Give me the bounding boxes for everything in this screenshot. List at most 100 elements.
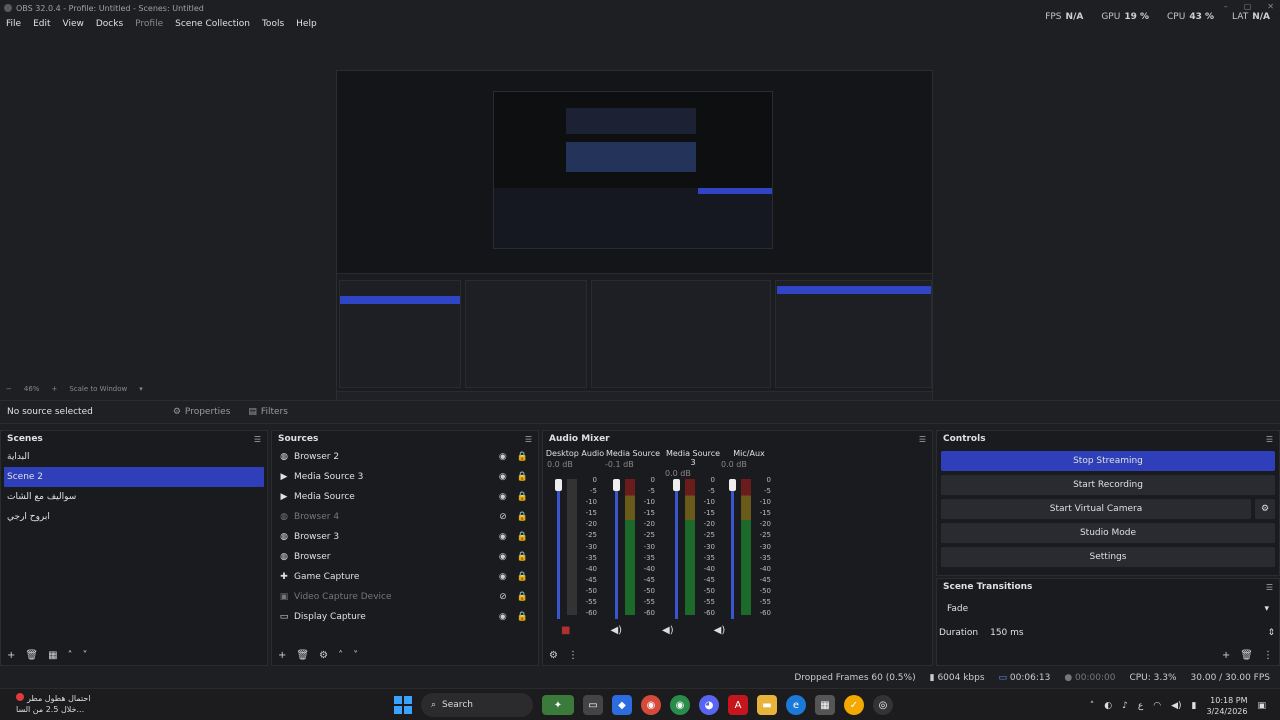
battery-icon[interactable]: ▮	[1192, 701, 1197, 711]
speaker-icon[interactable]: ◀)	[610, 625, 622, 636]
scene-item[interactable]: ابروح ارجي	[1, 507, 267, 527]
lock-icon[interactable]: 🔒	[517, 612, 528, 622]
eye-off-icon[interactable]: ⊘	[499, 592, 507, 602]
arrow-down-icon[interactable]: ˅	[83, 650, 88, 661]
arrow-down-icon[interactable]: ˅	[353, 650, 358, 661]
volume-slider-handle[interactable]	[555, 479, 562, 491]
chrome-icon[interactable]: ◉	[641, 695, 661, 715]
speaker-icon[interactable]: ◀)	[662, 625, 674, 636]
eye-icon[interactable]: ◉	[499, 472, 507, 482]
lock-icon[interactable]: 🔒	[517, 532, 528, 542]
filter-icon[interactable]: ▦	[48, 650, 57, 661]
language-indicator[interactable]: ع	[1138, 701, 1143, 711]
file-explorer-icon[interactable]: ▬	[757, 695, 777, 715]
trash-icon[interactable]: 🗑	[296, 650, 309, 661]
edge-icon[interactable]: e	[786, 695, 806, 715]
store-icon[interactable]: ▦	[815, 695, 835, 715]
windows-start-icon[interactable]	[394, 696, 412, 714]
properties-button[interactable]: ⚙ Properties	[167, 404, 237, 420]
mute-icon[interactable]: ■	[561, 625, 570, 636]
add-icon[interactable]: +	[1222, 650, 1230, 661]
more-options-icon[interactable]: ⋮	[1263, 650, 1273, 661]
duration-input[interactable]: 150 ms	[990, 628, 1255, 638]
tray-overflow-icon[interactable]: ˄	[1090, 701, 1095, 711]
chevron-down-icon[interactable]: ▾	[139, 385, 143, 393]
volume-slider[interactable]	[675, 479, 678, 619]
acrobat-icon[interactable]: A	[728, 695, 748, 715]
menu-docks[interactable]: Docks	[96, 19, 123, 29]
source-item[interactable]: ◍ Browser 4 ⊘ 🔒	[272, 507, 538, 527]
lock-icon[interactable]: 🔒	[517, 492, 528, 502]
maximize-button[interactable]: ▢	[1244, 2, 1252, 11]
transition-select[interactable]: Fade ▾	[941, 599, 1275, 619]
weather-widget[interactable]: احتمال هطول مطر خلال 2.5 من السا...	[16, 693, 91, 715]
lock-icon[interactable]: 🔒	[517, 472, 528, 482]
minimize-button[interactable]: –	[1224, 2, 1228, 11]
chrome-profile-icon[interactable]: ◉	[670, 695, 690, 715]
eye-icon[interactable]: ◉	[499, 492, 507, 502]
menu-scene-collection[interactable]: Scene Collection	[175, 19, 250, 29]
widgets-icon[interactable]: ✦	[542, 695, 574, 715]
studio-mode-button[interactable]: Studio Mode	[941, 523, 1275, 543]
source-item[interactable]: ▶ Media Source 3 ◉ 🔒	[272, 467, 538, 487]
source-item[interactable]: ◍ Browser 2 ◉ 🔒	[272, 447, 538, 467]
program-preview[interactable]	[336, 70, 933, 407]
task-view-icon[interactable]: ▭	[583, 695, 603, 715]
eye-off-icon[interactable]: ⊘	[499, 512, 507, 522]
speaker-icon[interactable]: ◀)	[714, 625, 726, 636]
source-item[interactable]: ✚ Game Capture ◉ 🔒	[272, 567, 538, 587]
eye-icon[interactable]: ◉	[499, 532, 507, 542]
volume-slider-handle[interactable]	[729, 479, 736, 491]
dock-menu-icon[interactable]: ☰	[1266, 583, 1273, 592]
source-item[interactable]: ◍ Browser ◉ 🔒	[272, 547, 538, 567]
lock-icon[interactable]: 🔒	[517, 572, 528, 582]
close-button[interactable]: ✕	[1267, 2, 1274, 11]
eye-icon[interactable]: ◉	[499, 452, 507, 462]
more-options-icon[interactable]: ⋮	[568, 650, 578, 661]
trash-icon[interactable]: 🗑	[25, 650, 38, 661]
wifi-icon[interactable]: ◠	[1153, 701, 1161, 711]
zoom-in-button[interactable]: +	[51, 385, 57, 393]
volume-slider[interactable]	[557, 479, 560, 619]
discord-icon[interactable]: ◕	[699, 695, 719, 715]
trash-icon[interactable]: 🗑	[1240, 650, 1253, 661]
filters-button[interactable]: ▤ Filters	[242, 404, 294, 420]
eye-icon[interactable]: ◉	[499, 612, 507, 622]
virtual-camera-settings-button[interactable]: ⚙	[1255, 499, 1275, 519]
system-clock[interactable]: 10:18 PM 3/24/2026	[1206, 695, 1247, 717]
source-item[interactable]: ▶ Media Source ◉ 🔒	[272, 487, 538, 507]
menu-help[interactable]: Help	[296, 19, 317, 29]
volume-icon[interactable]: ◀)	[1171, 701, 1181, 711]
microphone-icon[interactable]: ♪	[1122, 701, 1128, 711]
volume-slider[interactable]	[615, 479, 618, 619]
volume-slider-handle[interactable]	[613, 479, 620, 491]
start-virtual-camera-button[interactable]: Start Virtual Camera	[941, 499, 1251, 519]
lock-icon[interactable]: 🔒	[517, 452, 528, 462]
menu-file[interactable]: File	[6, 19, 21, 29]
dock-menu-icon[interactable]: ☰	[1266, 435, 1273, 444]
notification-icon[interactable]: ▣	[1257, 701, 1266, 711]
lock-icon[interactable]: 🔒	[517, 592, 528, 602]
settings-button[interactable]: Settings	[941, 547, 1275, 567]
mixer-settings-icon[interactable]: ⚙	[549, 650, 558, 661]
volume-slider[interactable]	[731, 479, 734, 619]
scene-item-selected[interactable]: Scene 2	[4, 467, 264, 487]
dock-menu-icon[interactable]: ☰	[919, 435, 926, 444]
lock-icon[interactable]: 🔒	[517, 552, 528, 562]
add-icon[interactable]: +	[7, 650, 15, 661]
source-item[interactable]: ▣ Video Capture Device ⊘ 🔒	[272, 587, 538, 607]
menu-tools[interactable]: Tools	[262, 19, 284, 29]
menu-profile[interactable]: Profile	[135, 19, 163, 29]
gear-icon[interactable]: ⚙	[319, 650, 328, 661]
source-item[interactable]: ▭ Display Capture ◉ 🔒	[272, 607, 538, 627]
add-icon[interactable]: +	[278, 650, 286, 661]
arrow-up-icon[interactable]: ˄	[68, 650, 73, 661]
source-item[interactable]: ◍ Browser 3 ◉ 🔒	[272, 527, 538, 547]
eye-icon[interactable]: ◉	[499, 572, 507, 582]
scene-item[interactable]: البداية	[1, 447, 267, 467]
start-recording-button[interactable]: Start Recording	[941, 475, 1275, 495]
stop-streaming-button[interactable]: Stop Streaming	[941, 451, 1275, 471]
obs-taskbar-icon[interactable]: ◎	[873, 695, 893, 715]
scene-item[interactable]: سواليف مع الشات	[1, 487, 267, 507]
eye-icon[interactable]: ◉	[499, 552, 507, 562]
